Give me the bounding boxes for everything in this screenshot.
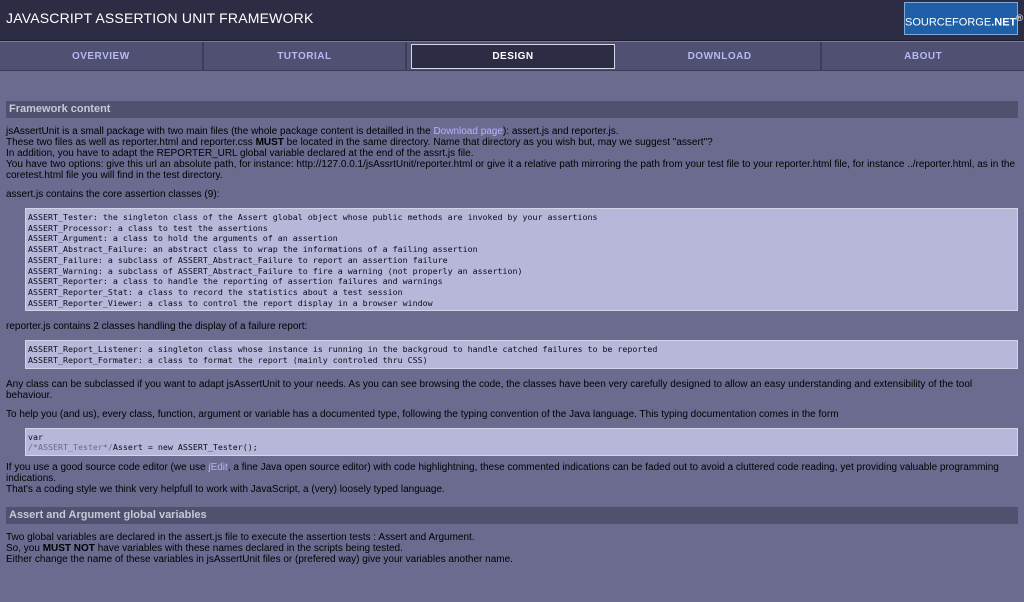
nav-label: TUTORIAL bbox=[277, 50, 332, 62]
code-text: Assert = new ASSERT_Tester(); bbox=[112, 442, 258, 453]
code-line: ASSERT_Report_Listener: a singleton clas… bbox=[28, 344, 658, 355]
sourceforge-logo[interactable]: SOURCEFORGE.NET® bbox=[904, 2, 1023, 35]
text: jsAssertUnit is a small package with two… bbox=[6, 126, 434, 137]
text: So, you bbox=[6, 543, 43, 555]
globals-text: Two global variables are declared in the… bbox=[6, 532, 1018, 565]
reporter-classes-code: ASSERT_Report_Listener: a singleton clas… bbox=[25, 340, 1018, 369]
assert-classes-code: ASSERT_Tester: the singleton class of th… bbox=[25, 208, 1018, 312]
logo-suffix: .NET bbox=[991, 16, 1017, 29]
text: Two global variables are declared in the… bbox=[6, 532, 475, 544]
assert-intro: assert.js contains the core assertion cl… bbox=[6, 189, 220, 200]
page-header: JAVASCRIPT ASSERTION UNIT FRAMEWORK SOUR… bbox=[0, 0, 1024, 41]
nav-label: DOWNLOAD bbox=[687, 50, 752, 62]
nav-design[interactable]: DESIGN bbox=[411, 44, 615, 69]
text: In addition, you have to adapt the REPOR… bbox=[6, 148, 474, 159]
typing-example-code: var /*ASSERT_Tester*/Assert = new ASSERT… bbox=[25, 427, 1018, 457]
text: Either change the name of these variable… bbox=[6, 554, 513, 566]
nav-overview[interactable]: OVERVIEW bbox=[0, 42, 204, 70]
download-page-link[interactable]: Download page bbox=[433, 126, 503, 137]
nav-label: OVERVIEW bbox=[71, 50, 130, 62]
nav-label: DESIGN bbox=[492, 51, 534, 62]
section-title-framework: Framework content bbox=[6, 101, 1018, 118]
code-line: ASSERT_Argument: a class to hold the arg… bbox=[28, 233, 338, 244]
emphasis: MUST NOT bbox=[42, 543, 95, 555]
nav-tutorial[interactable]: TUTORIAL bbox=[204, 42, 408, 70]
text: have variables with these names declared… bbox=[94, 543, 403, 555]
code-line: /*ASSERT_Tester*/Assert = new ASSERT_Tes… bbox=[28, 442, 1013, 453]
code-line: ASSERT_Reporter: a class to handle the r… bbox=[28, 276, 443, 287]
text: ): assert.js and reporter.js. bbox=[502, 126, 619, 137]
code-line: ASSERT_Processor: a class to test the as… bbox=[28, 222, 268, 233]
nav-label: ABOUT bbox=[904, 50, 943, 62]
logo-registered: ® bbox=[1016, 13, 1023, 23]
code-line: ASSERT_Tester: the singleton class of th… bbox=[28, 212, 598, 222]
reporter-intro: reporter.js contains 2 classes handling … bbox=[6, 321, 308, 333]
section-title-globals: Assert and Argument global variables bbox=[6, 507, 1018, 525]
nav-download[interactable]: DOWNLOAD bbox=[619, 42, 823, 70]
typing-text: To help you (and us), every class, funct… bbox=[6, 408, 839, 420]
subclass-text: Any class can be subclassed if you want … bbox=[6, 378, 973, 401]
code-line: ASSERT_Reporter_Stat: a class to record … bbox=[28, 286, 403, 297]
code-line: ASSERT_Reporter_Viewer: a class to contr… bbox=[28, 297, 433, 308]
code-line: ASSERT_Failure: a subclass of ASSERT_Abs… bbox=[28, 254, 448, 265]
site-title: JAVASCRIPT ASSERTION UNIT FRAMEWORK bbox=[6, 10, 314, 26]
code-line: var bbox=[28, 431, 43, 442]
jedit-link[interactable]: jEdit bbox=[208, 462, 227, 473]
framework-intro: jsAssertUnit is a small package with two… bbox=[6, 126, 1018, 181]
text: These two files as well as reporter.html… bbox=[6, 137, 256, 148]
nav-about[interactable]: ABOUT bbox=[822, 42, 1024, 70]
text: be located in the same directory. Name t… bbox=[283, 137, 713, 148]
main-content: Framework content jsAssertUnit is a smal… bbox=[0, 101, 1024, 565]
code-comment: /*ASSERT_Tester*/ bbox=[28, 442, 113, 453]
code-line: ASSERT_Report_Formater: a class to forma… bbox=[28, 355, 428, 366]
text: That's a coding style we think very help… bbox=[6, 484, 445, 496]
text: You have two options: give this url an a… bbox=[6, 159, 1016, 181]
editor-text: If you use a good source code editor (we… bbox=[6, 462, 1018, 495]
code-line: ASSERT_Warning: a subclass of ASSERT_Abs… bbox=[28, 265, 523, 276]
text: If you use a good source code editor (we… bbox=[6, 462, 209, 474]
main-nav: OVERVIEW TUTORIAL DESIGN DOWNLOAD ABOUT bbox=[0, 41, 1024, 71]
code-line: ASSERT_Abstract_Failure: an abstract cla… bbox=[28, 244, 478, 255]
logo-text: SOURCEFORGE bbox=[905, 16, 992, 29]
emphasis: MUST bbox=[255, 137, 284, 148]
